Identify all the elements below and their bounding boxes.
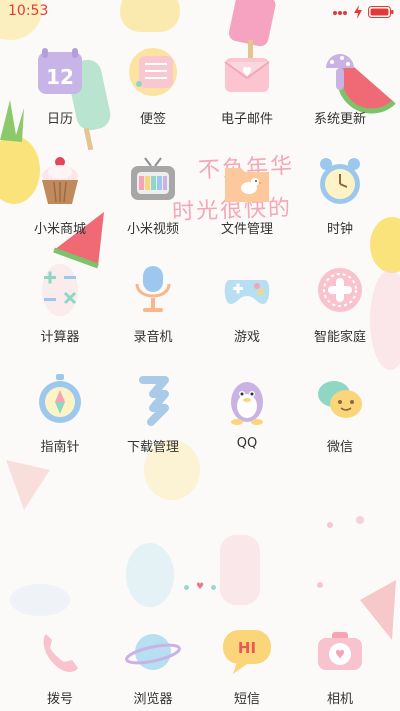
phone-icon (32, 624, 88, 680)
dock-camera[interactable]: 相机 (290, 624, 390, 707)
calculator-icon (32, 262, 88, 318)
download-icon (125, 372, 181, 428)
app-label: 小米视频 (126, 222, 179, 237)
app-label: 拨号 (46, 692, 73, 707)
wechat-icon (312, 372, 368, 428)
app-clock[interactable]: 时钟 (290, 154, 390, 237)
app-label: 文件管理 (220, 222, 273, 237)
app-label: 下载管理 (126, 440, 179, 455)
notes-icon (125, 44, 181, 100)
cupcake-icon (32, 154, 88, 210)
app-notes[interactable]: 便签 (103, 44, 203, 127)
app-games[interactable]: 游戏 (197, 262, 297, 345)
app-label: 指南针 (40, 440, 80, 455)
page-dot (211, 585, 217, 590)
alarm-clock-icon (312, 154, 368, 210)
app-calendar[interactable]: 12 日历 (10, 44, 110, 127)
status-time: 10:53 (8, 3, 49, 19)
app-label: 计算器 (40, 330, 80, 345)
microphone-icon (125, 262, 181, 318)
app-label: 智能家庭 (313, 330, 366, 345)
app-compass[interactable]: 指南针 (10, 372, 110, 455)
app-file-manager[interactable]: 文件管理 (197, 154, 297, 237)
charging-icon (354, 5, 362, 19)
app-label: 相机 (326, 692, 353, 707)
calendar-icon: 12 (32, 44, 88, 100)
dock-messages[interactable]: HI 短信 (197, 624, 297, 707)
app-label: QQ (236, 436, 258, 451)
message-icon: HI (219, 624, 275, 680)
message-bubble-text: HI (238, 639, 256, 657)
page-indicator: ♥ (0, 583, 400, 592)
app-recorder[interactable]: 录音机 (103, 262, 203, 345)
gamepad-icon (219, 262, 275, 318)
app-system-update[interactable]: 系统更新 (290, 44, 390, 127)
app-label: 游戏 (233, 330, 260, 345)
mail-icon (219, 44, 275, 100)
signal-dots-icon (333, 11, 347, 15)
dock-browser[interactable]: 浏览器 (103, 624, 203, 707)
app-qq[interactable]: QQ (197, 372, 297, 451)
tv-icon (125, 154, 181, 210)
app-label: 时钟 (326, 222, 353, 237)
app-label: 便签 (139, 112, 166, 127)
page-dot (183, 585, 189, 590)
app-label: 小米商城 (33, 222, 86, 237)
browser-planet-icon (125, 624, 181, 680)
app-label: 日历 (46, 112, 73, 127)
app-mi-store[interactable]: 小米商城 (10, 154, 110, 237)
compass-icon (32, 372, 88, 428)
app-download-manager[interactable]: 下载管理 (103, 372, 203, 455)
app-smart-home[interactable]: 智能家庭 (290, 262, 390, 345)
status-icons (332, 5, 394, 19)
app-label: 录音机 (133, 330, 173, 345)
app-calculator[interactable]: 计算器 (10, 262, 110, 345)
status-bar: 10:53 (0, 0, 400, 24)
qq-penguin-icon (219, 372, 275, 428)
app-label: 短信 (233, 692, 260, 707)
camera-icon (312, 624, 368, 680)
dock-phone[interactable]: 拨号 (10, 624, 110, 707)
app-label: 系统更新 (313, 112, 366, 127)
app-label: 电子邮件 (220, 112, 273, 127)
folder-icon (219, 154, 275, 210)
current-page-heart-icon: ♥ (195, 582, 205, 592)
app-mi-video[interactable]: 小米视频 (103, 154, 203, 237)
app-wechat[interactable]: 微信 (290, 372, 390, 455)
system-update-icon (312, 44, 368, 100)
calendar-day: 12 (46, 65, 74, 89)
app-label: 微信 (326, 440, 353, 455)
smart-home-icon (312, 262, 368, 318)
app-label: 浏览器 (133, 692, 173, 707)
app-email[interactable]: 电子邮件 (197, 44, 297, 127)
battery-icon (368, 6, 394, 18)
